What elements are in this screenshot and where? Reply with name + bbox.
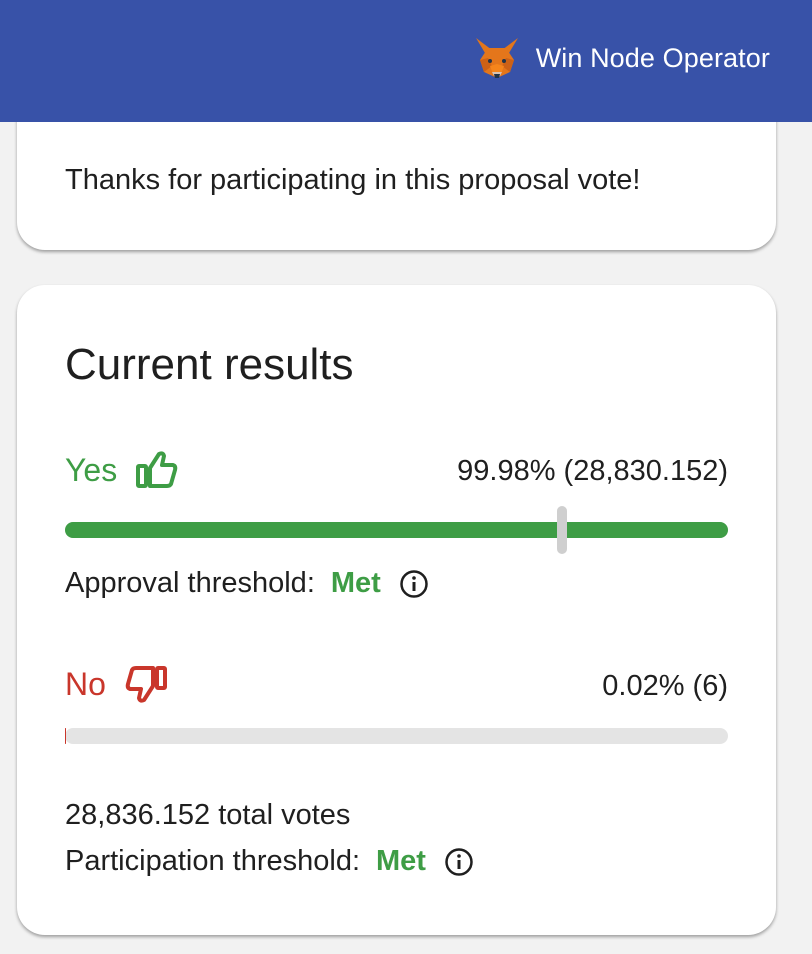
no-progress-bar [65,728,728,744]
info-icon[interactable] [399,569,429,599]
account-name: Win Node Operator [535,42,770,73]
no-value: 0.02% (6) [602,670,728,702]
approval-threshold-marker [557,506,568,554]
metamask-fox-icon [475,38,518,78]
info-icon[interactable] [444,847,474,877]
no-label: No [65,665,106,702]
account-button[interactable]: Win Node Operator [474,36,770,80]
approval-threshold-line: Approval threshold: Met [65,567,429,600]
results-card: Current results Yes 99.98% (28,830.152) … [17,285,776,935]
thumbs-down-icon [125,666,167,703]
yes-progress-fill [65,522,728,538]
participation-threshold-line: Participation threshold: Met [65,845,474,878]
results-title: Current results [65,340,354,389]
yes-value: 99.98% (28,830.152) [457,455,728,487]
thanks-message: Thanks for participating in this proposa… [65,164,641,196]
yes-progress-bar [65,506,728,554]
total-votes: 28,836.152 total votes [65,799,351,831]
approval-threshold-label: Approval threshold: [65,567,315,599]
thumbs-up-icon [136,451,178,488]
yes-label-row: Yes [65,450,179,490]
app-bar: Win Node Operator [0,0,812,122]
participation-threshold-label: Participation threshold: [65,845,360,877]
participation-threshold-status: Met [376,845,426,877]
approval-threshold-status: Met [330,567,381,599]
yes-label: Yes [65,451,118,488]
no-label-row: No [65,664,168,704]
